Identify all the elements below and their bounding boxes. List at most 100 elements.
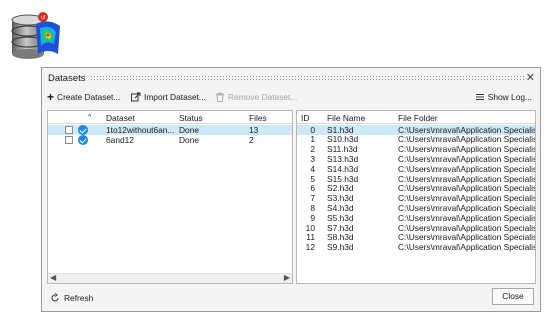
file-name: S9.h3d — [327, 243, 354, 253]
refresh-icon — [51, 293, 59, 302]
file-id: 1 — [310, 135, 315, 145]
table-row[interactable]: 1 S10.h3d C:\Users\mraval\Application Spec… — [297, 135, 535, 145]
dataset-name: 1to12without6an... — [106, 125, 175, 135]
dialog-titlebar[interactable]: Datasets ✕ — [42, 68, 540, 88]
file-folder: C:\Users\mraval\Application Specialis... — [398, 233, 535, 243]
scroll-left-icon[interactable]: ◀ — [50, 273, 56, 282]
column-header-id[interactable]: ID — [301, 113, 309, 123]
table-row[interactable]: 9 S5.h3d C:\Users\mraval\Application Speci… — [297, 213, 535, 223]
remove-dataset-label: Remove Dataset... — [228, 92, 298, 102]
table-row[interactable]: 3 S13.h3d C:\Users\mraval\Application Spec… — [297, 154, 535, 164]
table-row[interactable]: 1to12without6an... Done 13 — [48, 125, 292, 135]
file-id: 5 — [310, 174, 315, 184]
file-folder: C:\Users\mraval\Application Specialis... — [398, 194, 535, 204]
refresh-label: Refresh — [64, 293, 94, 303]
dataset-status: Done — [179, 125, 200, 135]
file-id: 10 — [305, 223, 315, 233]
files-table-header: ID File Name File Folder — [297, 111, 535, 124]
dataset-name: 6and12 — [106, 135, 134, 145]
file-id: 11 — [306, 233, 315, 243]
create-dataset-button[interactable]: + Create Dataset... — [47, 89, 121, 104]
file-folder: C:\Users\mraval\Application Specialis... — [398, 203, 535, 213]
file-id: 0 — [310, 125, 315, 135]
table-row[interactable]: 7 S3.h3d C:\Users\mraval\Application Speci… — [297, 194, 535, 204]
file-name: S13.h3d — [327, 154, 359, 164]
titlebar-grip[interactable] — [90, 75, 524, 81]
file-name: S14.h3d — [327, 164, 359, 174]
file-id: 7 — [310, 194, 315, 204]
import-dataset-button[interactable]: Import Dataset... — [131, 92, 206, 102]
file-id: 9 — [310, 213, 315, 223]
file-id: 6 — [310, 184, 315, 194]
table-row[interactable]: 0 S1.h3d C:\Users\mraval\Application Speci… — [297, 125, 535, 135]
checkmark-badge-icon — [78, 125, 88, 135]
database-heatmap-icon: ↺ — [11, 12, 60, 59]
row-checkbox[interactable] — [65, 136, 73, 144]
file-name: S11.h3d — [327, 145, 358, 155]
file-name: S8.h3d — [327, 233, 354, 243]
dataset-files: 2 — [249, 135, 254, 145]
file-name: S10.h3d — [327, 135, 359, 145]
file-folder: C:\Users\mraval\Application Specialis... — [398, 164, 535, 174]
file-name: S15.h3d — [327, 174, 359, 184]
refresh-button[interactable]: Refresh — [50, 293, 93, 303]
plus-icon: + — [47, 89, 55, 104]
table-row[interactable]: 5 S15.h3d C:\Users\mraval\Application Spec… — [297, 174, 535, 184]
list-icon — [475, 94, 484, 100]
svg-text:↺: ↺ — [41, 14, 46, 21]
file-id: 2 — [310, 145, 315, 155]
file-id: 4 — [310, 164, 315, 174]
datasets-dialog: Datasets ✕ + Create Dataset... Import Da… — [41, 67, 541, 312]
file-name: S1.h3d — [327, 125, 354, 135]
file-folder: C:\Users\mraval\Application Specialis... — [398, 184, 535, 194]
file-name: S4.h3d — [327, 203, 354, 213]
table-row[interactable]: 6and12 Done 2 — [48, 135, 292, 145]
column-header-files[interactable]: Files — [249, 113, 267, 123]
column-header-dataset[interactable]: Dataset — [106, 113, 135, 123]
checkmark-badge-icon — [78, 135, 88, 145]
table-row[interactable]: 12 S9.h3d C:\Users\mraval\Application Spec… — [297, 243, 535, 253]
close-button[interactable]: Close — [492, 288, 534, 305]
table-row[interactable]: 10 S7.h3d C:\Users\mraval\Application Spec… — [297, 223, 535, 233]
close-icon[interactable]: ✕ — [526, 71, 535, 84]
trash-icon — [216, 92, 224, 102]
datasets-table: ^ Dataset Status Files 1to12without6an..… — [47, 110, 293, 284]
table-row[interactable]: 11 S8.h3d C:\Users\mraval\Application Spec… — [297, 233, 535, 243]
file-name: S2.h3d — [327, 184, 354, 194]
table-row[interactable]: 6 S2.h3d C:\Users\mraval\Application Speci… — [297, 184, 535, 194]
import-icon — [131, 92, 141, 102]
column-header-file-name[interactable]: File Name — [327, 113, 365, 123]
file-folder: C:\Users\mraval\Application Specialis... — [398, 125, 535, 135]
file-folder: C:\Users\mraval\Application Specialis... — [398, 213, 535, 223]
show-log-button[interactable]: Show Log... — [475, 92, 532, 102]
dialog-title: Datasets — [48, 73, 86, 84]
file-name: S5.h3d — [327, 213, 354, 223]
file-id: 8 — [310, 203, 315, 213]
column-header-status[interactable]: Status — [179, 113, 203, 123]
remove-dataset-button[interactable]: Remove Dataset... — [215, 92, 297, 102]
file-folder: C:\Users\mraval\Application Specialis... — [398, 145, 535, 155]
table-row[interactable]: 8 S4.h3d C:\Users\mraval\Application Speci… — [297, 203, 535, 213]
file-id: 3 — [310, 154, 315, 164]
sort-up-icon[interactable]: ^ — [88, 114, 91, 121]
show-log-label: Show Log... — [487, 92, 532, 102]
table-row[interactable]: 2 S11.h3d C:\Users\mraval\Application Spec… — [297, 145, 535, 155]
datasets-table-header: ^ Dataset Status Files — [48, 111, 292, 124]
dataset-files: 13 — [249, 125, 259, 135]
table-row[interactable]: 4 S14.h3d C:\Users\mraval\Application Spec… — [297, 164, 535, 174]
file-name: S3.h3d — [327, 194, 354, 204]
files-table: ID File Name File Folder 0 S1.h3d C:\Users… — [296, 110, 536, 284]
file-folder: C:\Users\mraval\Application Specialis... — [398, 135, 535, 145]
column-header-file-folder[interactable]: File Folder — [398, 113, 438, 123]
file-folder: C:\Users\mraval\Application Specialis... — [398, 174, 535, 184]
row-checkbox[interactable] — [65, 126, 73, 134]
dataset-status: Done — [179, 135, 200, 145]
file-id: 12 — [305, 243, 315, 253]
create-dataset-label: Create Dataset... — [57, 92, 121, 102]
scroll-right-icon[interactable]: ▶ — [284, 273, 290, 282]
file-folder: C:\Users\mraval\Application Specialis... — [398, 243, 535, 253]
import-dataset-label: Import Dataset... — [144, 92, 206, 102]
file-folder: C:\Users\mraval\Application Specialis... — [398, 154, 535, 164]
horizontal-scrollbar[interactable]: ◀ ▶ — [48, 273, 292, 283]
toolbar: + Create Dataset... Import Dataset... Re… — [42, 89, 540, 107]
